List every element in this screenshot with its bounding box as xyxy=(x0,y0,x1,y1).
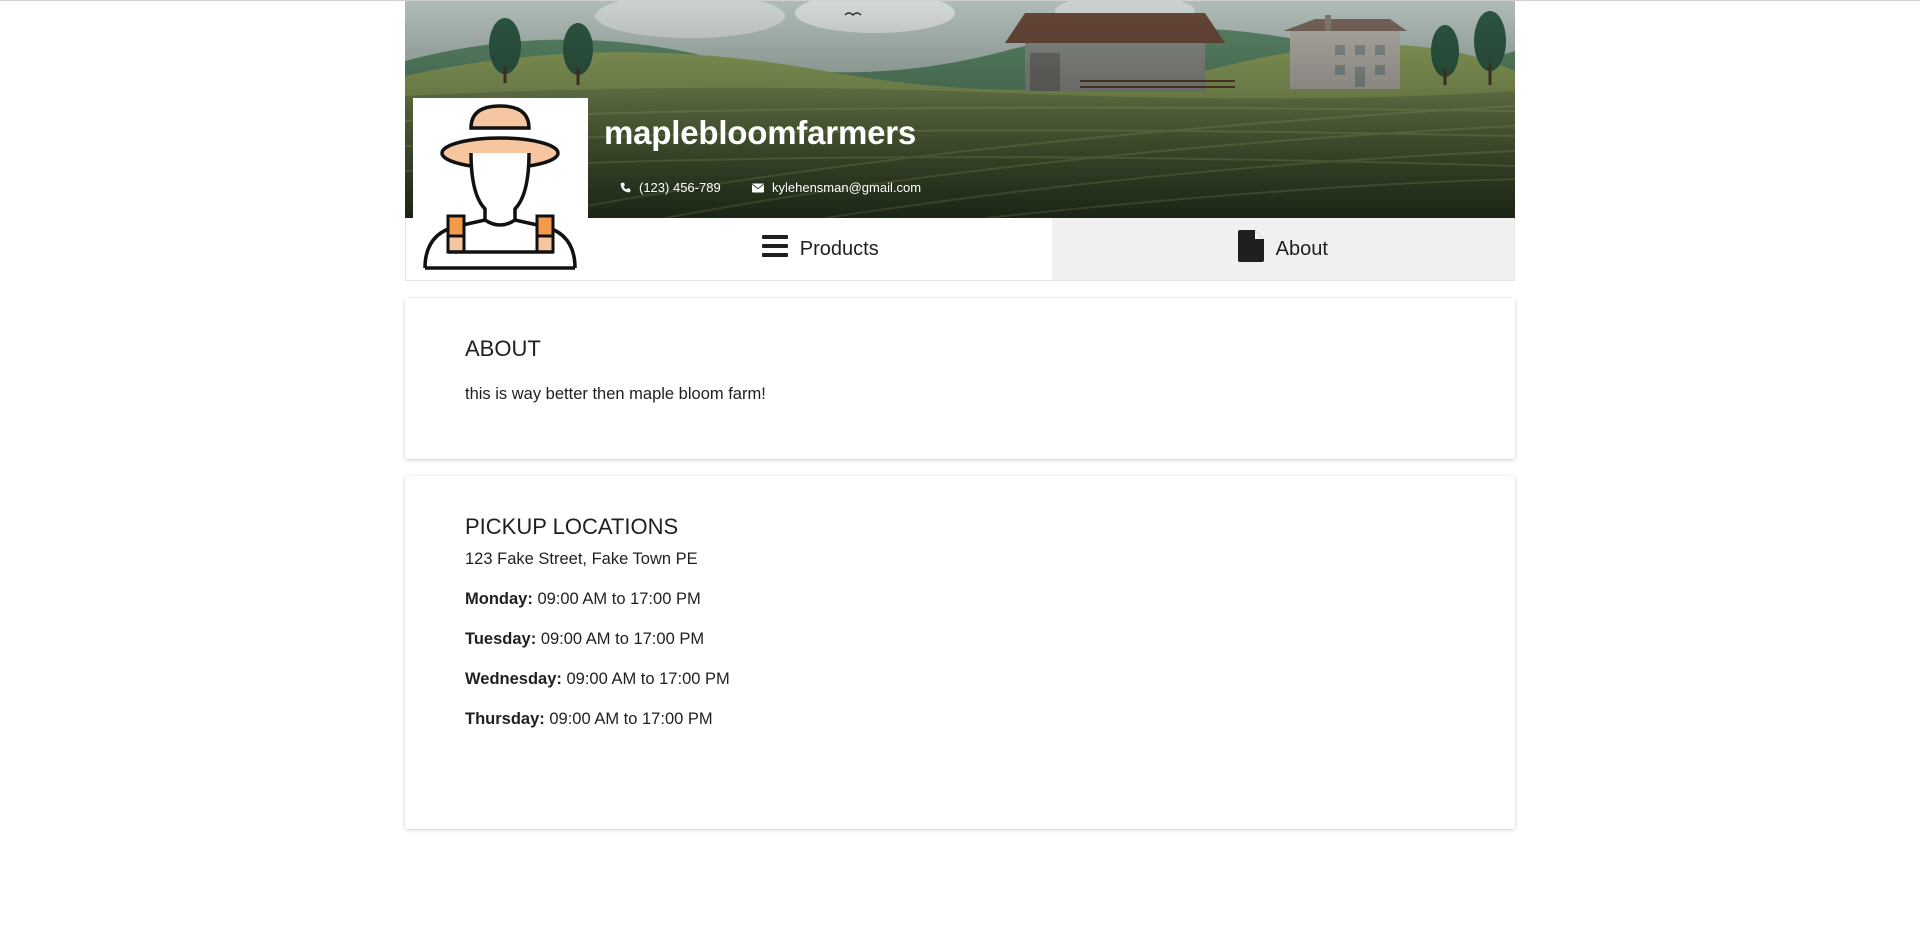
hours-day: Thursday: xyxy=(465,710,545,728)
hours-day: Tuesday: xyxy=(465,630,537,648)
farmer-avatar xyxy=(413,98,588,274)
pickup-hours: Monday: 09:00 AM to 17:00 PM Tuesday: 09… xyxy=(465,590,1515,750)
contact-phone[interactable]: (123) 456-789 xyxy=(620,180,721,195)
contact-email[interactable]: kylehensman@gmail.com xyxy=(752,180,921,195)
bars-icon xyxy=(761,235,788,263)
shop-name: maplebloomfarmers xyxy=(604,114,917,151)
pickup-address: 123 Fake Street, Fake Town PE xyxy=(465,550,698,568)
hours-row: Thursday: 09:00 AM to 17:00 PM xyxy=(465,710,1515,750)
document-icon xyxy=(1237,230,1264,268)
hours-row: Monday: 09:00 AM to 17:00 PM xyxy=(465,590,1515,630)
hours-day: Wednesday: xyxy=(465,670,562,688)
about-card: ABOUT this is way better then maple bloo… xyxy=(405,298,1515,459)
hours-time: 09:00 AM to 17:00 PM xyxy=(540,630,705,648)
hours-time: 09:00 AM to 17:00 PM xyxy=(566,670,730,688)
tab-about[interactable]: About xyxy=(1051,218,1514,280)
tab-about-label: About xyxy=(1275,237,1328,260)
hours-time: 09:00 AM to 17:00 PM xyxy=(537,590,701,608)
phone-number: (123) 456-789 xyxy=(639,180,721,195)
about-text: this is way better then maple bloom farm… xyxy=(465,385,766,403)
about-heading: ABOUT xyxy=(465,336,541,361)
hours-row: Tuesday: 09:00 AM to 17:00 PM xyxy=(465,630,1515,670)
pickup-card: PICKUP LOCATIONS 123 Fake Street, Fake T… xyxy=(405,476,1515,829)
pickup-heading: PICKUP LOCATIONS xyxy=(465,514,679,539)
shop-page: maplebloomfarmers (123) 456-789 kylehens… xyxy=(405,1,1515,829)
tab-products-label: Products xyxy=(799,237,879,260)
tab-products[interactable]: Products xyxy=(589,218,1052,280)
hours-day: Monday: xyxy=(465,590,533,608)
hours-time: 09:00 AM to 17:00 PM xyxy=(549,710,713,728)
hours-row: Wednesday: 09:00 AM to 17:00 PM xyxy=(465,670,1515,710)
phone-icon xyxy=(620,182,631,193)
email-address: kylehensman@gmail.com xyxy=(772,180,922,195)
envelope-icon xyxy=(752,183,764,193)
